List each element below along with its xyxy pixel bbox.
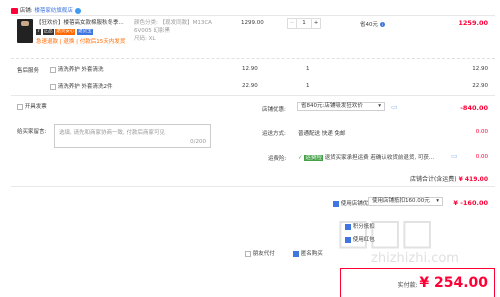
- attr-size: 尺码: XL: [134, 36, 156, 42]
- anonymous-label: 匿名购买: [300, 251, 323, 257]
- shipping-ins-label: 运费险:: [268, 156, 287, 162]
- anonymous-option[interactable]: 匿名购买: [293, 249, 323, 257]
- delivery-label: 运送方式:: [262, 131, 286, 137]
- shop-icon: [11, 7, 18, 14]
- message-textarea[interactable]: 选填, 请先和商家协商一致, 付款后商家可见 0/200: [54, 124, 211, 148]
- subtotal-amount: ¥ 419.00: [458, 176, 488, 183]
- service-price: 22.90: [242, 83, 258, 89]
- subtotal: 店铺合计(含运费) ¥ 419.00: [410, 174, 488, 183]
- shipping-ins: ✓ 运费险 退货买家承担运费 若确认收货前退货, 可获...: [298, 153, 434, 161]
- divider: [11, 58, 495, 59]
- product-attrs: 颜色分类: 【现发同款】M13CA 6V005 幻影黑 尺码: XL: [134, 19, 224, 43]
- shipping-ins-amount: 0.00: [475, 154, 488, 160]
- shop-name-link[interactable]: 楼蓓家纺旗舰店: [34, 8, 73, 14]
- product-total: 1259.00: [458, 19, 488, 27]
- service-qty: 1: [306, 83, 310, 89]
- proxy-pay-option[interactable]: 朋友代付: [245, 249, 275, 257]
- proxy-pay-checkbox[interactable]: [245, 250, 251, 257]
- quantity-stepper[interactable]: − 1 +: [287, 18, 321, 29]
- qty-value[interactable]: 1: [297, 19, 311, 28]
- shop-discount-select[interactable]: 省840元:店铺吸发狂欢价 ▾: [297, 102, 385, 111]
- watermark-logo-glyphs: □□□: [336, 212, 434, 253]
- chevron-down-icon: ▾: [436, 198, 439, 204]
- discount-text: 省40元: [360, 22, 378, 28]
- coupon-checkbox[interactable]: [333, 200, 339, 207]
- service-item-1[interactable]: 清洗养护 外套清洗: [50, 65, 104, 73]
- qty-plus-button[interactable]: +: [311, 19, 320, 28]
- shop-discount-label: 店铺优惠:: [262, 107, 286, 113]
- service-checkbox[interactable]: [50, 66, 56, 73]
- service-name: 清洗养护 外套清洗2件: [57, 84, 113, 90]
- redpacket-label: 使用红包: [352, 237, 375, 243]
- comment-icon[interactable]: ▭: [451, 152, 458, 160]
- service-price: 12.90: [242, 66, 258, 72]
- badge-return-insurance: 退货宝: [77, 29, 93, 35]
- subtotal-label: 店铺合计(含运费): [409, 176, 457, 183]
- invoice-option[interactable]: 开具发票: [17, 102, 47, 110]
- invoice-checkbox[interactable]: [17, 103, 23, 110]
- service-checkbox[interactable]: [50, 83, 56, 90]
- delivery-amount: 0.00: [475, 129, 488, 135]
- points-checkbox[interactable]: [345, 223, 351, 230]
- proxy-pay-label: 朋友代付: [252, 251, 275, 257]
- watermark-text: zhizhizhi.com: [371, 251, 459, 266]
- invoice-label: 开具发票: [24, 104, 47, 110]
- shop-discount-value: 省840元:店铺吸发狂欢价: [301, 103, 363, 109]
- total-paid: 实付款: ¥ 254.00: [398, 275, 488, 291]
- coupon-amount: ¥ -160.00: [453, 199, 488, 207]
- chevron-down-icon: ▾: [378, 103, 381, 109]
- discount-info: 省40元 i: [360, 20, 385, 28]
- service-item-2[interactable]: 清洗养护 外套清洗2件: [50, 82, 113, 90]
- services-label: 售后服务: [17, 68, 40, 74]
- shipping-ins-badge: 运费险: [304, 155, 323, 161]
- service-name: 清洗养护 外套清洗: [57, 67, 104, 73]
- service-total: 12.90: [472, 66, 488, 72]
- attr-color: 颜色分类: 【现发同款】M13CA: [134, 20, 212, 26]
- service-total: 22.90: [472, 83, 488, 89]
- points-label: 积分抵扣: [352, 224, 375, 230]
- message-counter: 0/200: [190, 139, 206, 145]
- coupon-value: 使用店铺抵扣160.00元: [372, 198, 430, 204]
- badge-7day: 7: [36, 29, 41, 35]
- delivery-text: 普通配送 快递 免邮: [298, 131, 346, 137]
- service-qty: 1: [306, 66, 310, 72]
- redpacket-checkbox[interactable]: [345, 236, 351, 243]
- badge-return: 退货安心: [55, 29, 76, 35]
- message-placeholder: 选填, 请先和商家协商一致, 付款后商家可见: [59, 130, 165, 136]
- badge-genuine: 正品: [42, 29, 54, 35]
- total-amount: ¥ 254.00: [419, 275, 488, 291]
- wangwang-icon[interactable]: [74, 7, 81, 14]
- divider: [11, 186, 495, 187]
- coupon-select[interactable]: 使用店铺抵扣160.00元 ▾: [368, 197, 443, 206]
- product-price: 1299.00: [241, 20, 264, 26]
- anonymous-checkbox[interactable]: [293, 250, 299, 257]
- points-option[interactable]: 积分抵扣: [345, 222, 375, 230]
- shipping-ins-text: 退货买家承担运费 若确认收货前退货, 可获...: [324, 155, 435, 161]
- total-box: 实付款: ¥ 254.00: [340, 268, 495, 297]
- shop-discount-amount: -840.00: [460, 104, 488, 112]
- comment-icon[interactable]: ▭: [391, 103, 398, 111]
- shop-prefix: 店铺:: [19, 8, 33, 14]
- divider: [11, 95, 495, 96]
- info-icon[interactable]: i: [379, 22, 385, 27]
- redpacket-option[interactable]: 使用红包: [345, 235, 375, 243]
- total-label: 实付款:: [397, 282, 418, 289]
- divider: [11, 15, 495, 16]
- check-icon: ✓: [298, 155, 303, 161]
- attr-color-2: 6V005 幻影黑: [134, 28, 171, 34]
- product-image[interactable]: [17, 19, 33, 43]
- qty-minus-button[interactable]: −: [288, 19, 297, 28]
- shop-header: 店铺: 楼蓓家纺旗舰店: [11, 6, 81, 14]
- message-label: 给买家留言:: [17, 129, 47, 135]
